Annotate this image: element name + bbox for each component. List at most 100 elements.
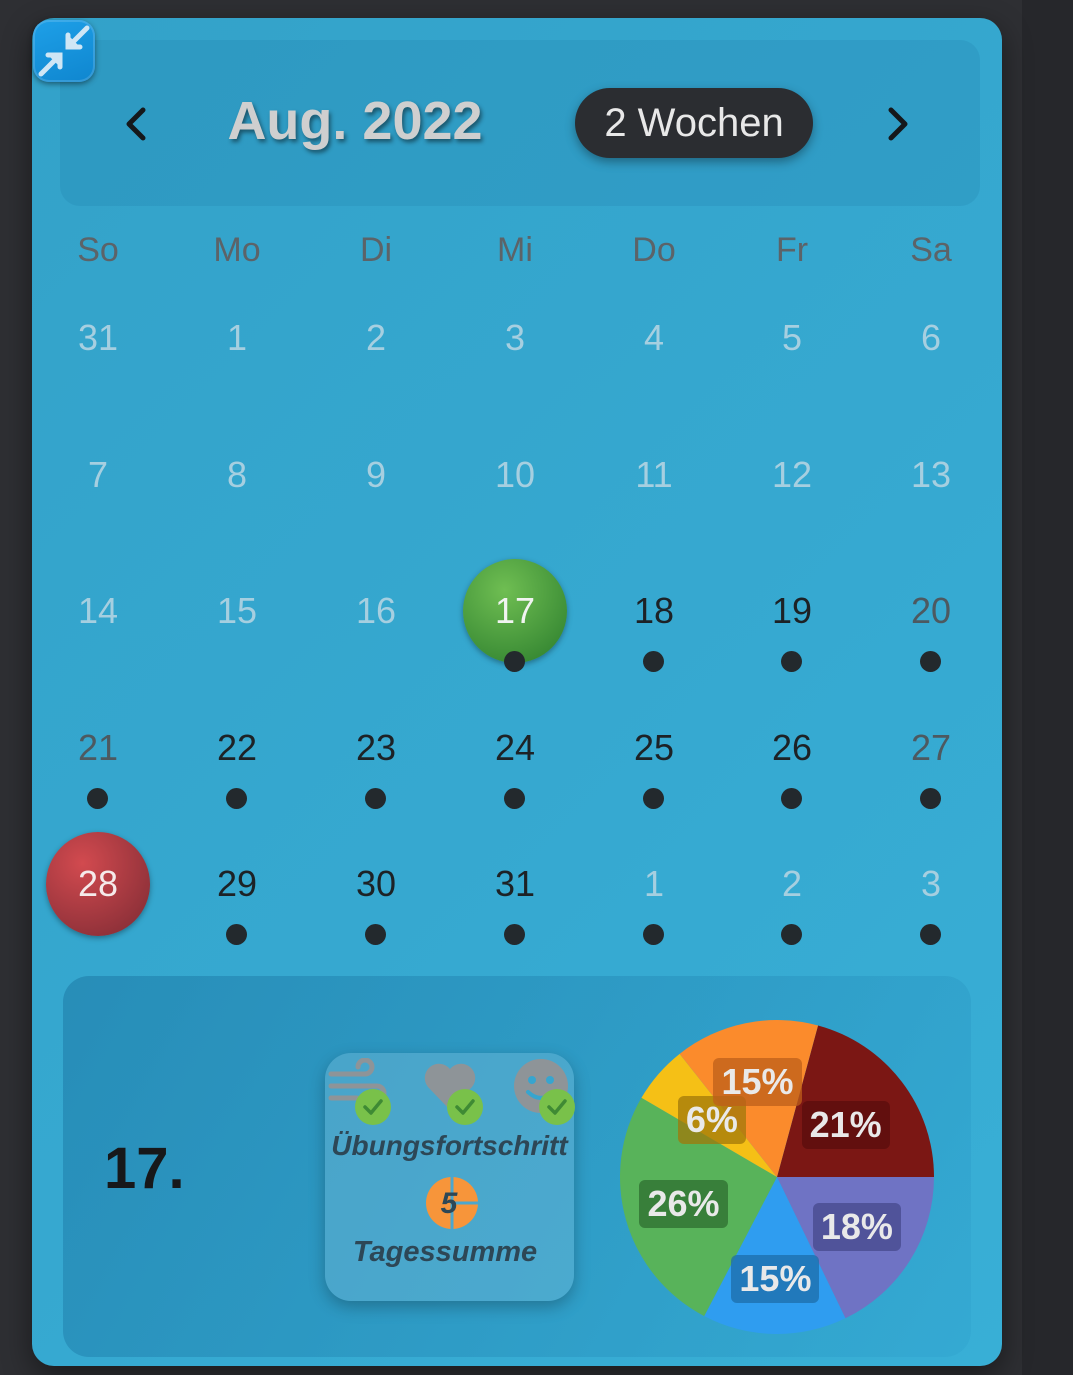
day-number: 31 (494, 863, 536, 904)
day-cell[interactable]: 8 (185, 423, 289, 527)
progress-title: Übungsfortschritt (331, 1130, 568, 1161)
day-number: 27 (910, 727, 952, 768)
weekday-label: So (77, 231, 119, 269)
event-dot (365, 788, 386, 809)
pie-slice-label: 15% (713, 1057, 802, 1106)
day-cell[interactable]: 17 (463, 559, 567, 672)
day-cell[interactable]: 7 (46, 423, 150, 527)
day-cell[interactable]: 2 (324, 286, 428, 390)
day-number: 19 (771, 590, 813, 631)
day-number: 9 (365, 454, 387, 495)
event-dot (643, 788, 664, 809)
view-toggle-button[interactable]: 2 Wochen (575, 88, 813, 158)
day-cell[interactable]: 2 (740, 832, 844, 945)
day-cell[interactable]: 11 (602, 423, 706, 527)
day-cell[interactable]: 10 (463, 423, 567, 527)
day-cell[interactable]: 18 (602, 559, 706, 672)
day-number: 30 (355, 863, 397, 904)
day-cell[interactable]: 1 (602, 832, 706, 945)
day-cell[interactable]: 3 (463, 286, 567, 390)
event-dot (920, 788, 941, 809)
day-number: 1 (643, 863, 665, 904)
collapse-arrows-icon (38, 25, 90, 77)
day-cell[interactable]: 12 (740, 423, 844, 527)
event-dot (504, 788, 525, 809)
day-number: 3 (920, 863, 942, 904)
collapse-button[interactable] (33, 20, 95, 82)
event-dot (643, 651, 664, 672)
weekday-label: Mi (497, 231, 533, 269)
day-cell[interactable]: 30 (324, 832, 428, 945)
day-cell[interactable]: 9 (324, 423, 428, 527)
day-number: 25 (633, 727, 675, 768)
day-number: 1 (226, 317, 248, 358)
day-cell[interactable]: 3 (879, 832, 983, 945)
day-number: 21 (77, 727, 119, 768)
daily-sum-label: Tagessumme (352, 1236, 538, 1268)
pie-slice-label: 21% (801, 1100, 890, 1149)
daily-sum-value: 5 (441, 1187, 459, 1220)
day-number: 23 (355, 727, 397, 768)
day-cell[interactable]: 15 (185, 559, 289, 663)
day-cell[interactable]: 16 (324, 559, 428, 663)
day-cell[interactable]: 31 (463, 832, 567, 945)
event-dot (365, 924, 386, 945)
chevron-left-icon (126, 107, 146, 141)
check-icon (447, 1089, 483, 1125)
event-dot (87, 788, 108, 809)
event-dot (504, 924, 525, 945)
day-cell[interactable]: 19 (740, 559, 844, 672)
day-number: 11 (635, 454, 673, 495)
day-cell[interactable]: 29 (185, 832, 289, 945)
event-dot (643, 924, 664, 945)
day-cell[interactable]: 25 (602, 696, 706, 809)
day-cell[interactable]: 20 (879, 559, 983, 672)
day-cell[interactable]: 28 (46, 832, 150, 936)
event-dot (781, 788, 802, 809)
event-dot (781, 924, 802, 945)
day-number: 7 (87, 454, 109, 495)
day-cell[interactable]: 21 (46, 696, 150, 809)
day-cell[interactable]: 22 (185, 696, 289, 809)
day-number: 12 (771, 454, 813, 495)
event-dot (920, 924, 941, 945)
day-number: 2 (365, 317, 387, 358)
event-dot (226, 788, 247, 809)
day-number: 29 (216, 863, 258, 904)
day-number: 2 (781, 863, 803, 904)
day-cell[interactable]: 23 (324, 696, 428, 809)
day-number: 15 (216, 590, 258, 631)
day-cell[interactable]: 26 (740, 696, 844, 809)
check-icon (539, 1089, 575, 1125)
day-number: 4 (643, 317, 665, 358)
prev-month-button[interactable] (116, 98, 156, 150)
pie-slice-label: 26% (639, 1179, 728, 1228)
day-cell[interactable]: 14 (46, 559, 150, 663)
day-number: 13 (910, 454, 952, 495)
weekday-label: Di (359, 231, 393, 269)
detail-date: 17. (104, 1136, 185, 1201)
event-dot (920, 651, 941, 672)
day-cell[interactable]: 31 (46, 286, 150, 390)
day-cell[interactable]: 27 (879, 696, 983, 809)
weekday-label: Do (632, 231, 676, 269)
weekday-label: Fr (775, 231, 809, 269)
day-cell[interactable]: 5 (740, 286, 844, 390)
background-strip (1022, 0, 1073, 1375)
day-number: 31 (77, 317, 119, 358)
check-icon (355, 1089, 391, 1125)
pie-slice-label: 15% (731, 1255, 820, 1304)
pie-slice-label: 18% (812, 1203, 901, 1252)
day-number: 6 (920, 317, 942, 358)
day-cell[interactable]: 1 (185, 286, 289, 390)
next-month-button[interactable] (878, 98, 918, 150)
day-number: 18 (633, 590, 675, 631)
event-dot (504, 651, 525, 672)
day-number: 20 (910, 590, 952, 631)
day-cell[interactable]: 24 (463, 696, 567, 809)
day-cell[interactable]: 4 (602, 286, 706, 390)
day-cell[interactable]: 6 (879, 286, 983, 390)
day-cell[interactable]: 13 (879, 423, 983, 527)
day-number: 17 (494, 590, 536, 631)
day-number: 8 (226, 454, 248, 495)
